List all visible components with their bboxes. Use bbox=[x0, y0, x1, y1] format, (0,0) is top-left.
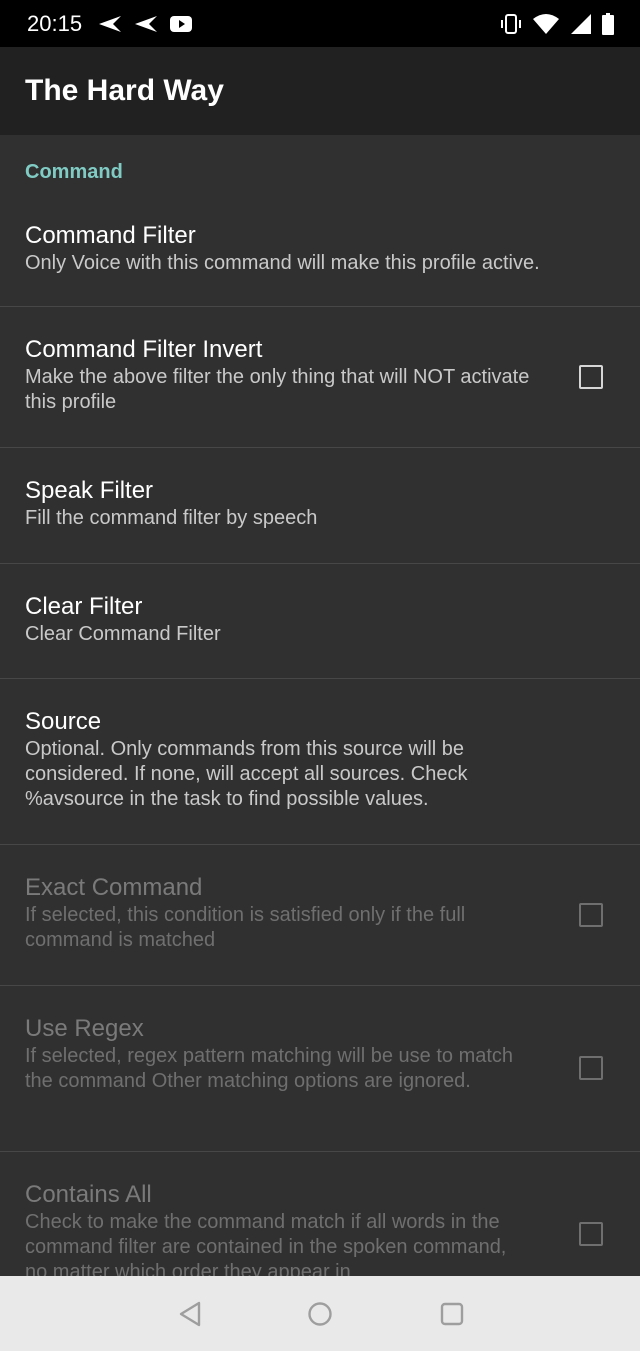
pref-title: Command Filter bbox=[25, 222, 196, 249]
checkbox[interactable] bbox=[579, 903, 603, 927]
notification-icons bbox=[98, 15, 193, 33]
checkbox[interactable] bbox=[579, 1056, 603, 1080]
pref-title: Clear Filter bbox=[25, 593, 143, 620]
battery-icon bbox=[602, 12, 614, 35]
youtube-icon bbox=[170, 15, 193, 32]
pref-command-filter[interactable]: Command Filter Only Voice with this comm… bbox=[0, 209, 640, 307]
pref-summary: If selected, regex pattern matching will… bbox=[25, 1045, 514, 1092]
app-bar: The Hard Way bbox=[0, 47, 640, 135]
home-icon bbox=[308, 1301, 332, 1326]
checkbox[interactable] bbox=[579, 365, 603, 389]
send-icon bbox=[99, 15, 122, 32]
category-header: Command bbox=[25, 161, 123, 183]
pref-clear-filter[interactable]: Clear Filter Clear Command Filter bbox=[0, 564, 640, 679]
pref-source[interactable]: Source Optional. Only commands from this… bbox=[0, 679, 640, 845]
pref-title: Source bbox=[25, 708, 102, 735]
pref-summary: Clear Command Filter bbox=[25, 623, 221, 645]
navigation-bar bbox=[0, 1276, 640, 1351]
pref-summary: Make the above filter the only thing tha… bbox=[25, 366, 530, 413]
back-button[interactable] bbox=[150, 1276, 230, 1351]
back-icon bbox=[179, 1301, 201, 1326]
recents-icon bbox=[440, 1302, 464, 1325]
status-time: 20:15 bbox=[27, 10, 83, 36]
pref-summary: If selected, this condition is satisfied… bbox=[25, 904, 466, 951]
pref-speak-filter[interactable]: Speak Filter Fill the command filter by … bbox=[0, 448, 640, 564]
pref-title: Use Regex bbox=[25, 1015, 144, 1042]
recents-button[interactable] bbox=[412, 1276, 492, 1351]
pref-contains-all[interactable]: Contains All Check to make the command m… bbox=[0, 1152, 640, 1276]
pref-summary: Only Voice with this command will make t… bbox=[25, 252, 540, 274]
pref-title: Exact Command bbox=[25, 874, 203, 901]
pref-title: Command Filter Invert bbox=[25, 336, 263, 363]
preference-list[interactable]: Command Command Filter Only Voice with t… bbox=[0, 135, 640, 1276]
pref-command-filter-invert[interactable]: Command Filter Invert Make the above fil… bbox=[0, 307, 640, 448]
send-icon bbox=[135, 15, 158, 32]
wifi-icon bbox=[533, 13, 559, 34]
home-button[interactable] bbox=[280, 1276, 360, 1351]
checkbox[interactable] bbox=[579, 1222, 603, 1246]
pref-summary: Optional. Only commands from this source… bbox=[25, 738, 468, 810]
vibrate-icon bbox=[501, 13, 521, 34]
cell-signal-icon bbox=[571, 13, 591, 34]
pref-exact-command[interactable]: Exact Command If selected, this conditio… bbox=[0, 845, 640, 986]
status-bar: 20:15 bbox=[0, 0, 640, 47]
pref-summary: Fill the command filter by speech bbox=[25, 507, 318, 529]
pref-use-regex[interactable]: Use Regex If selected, regex pattern mat… bbox=[0, 986, 640, 1152]
system-icons bbox=[500, 0, 614, 47]
pref-title: Speak Filter bbox=[25, 477, 154, 504]
pref-title: Contains All bbox=[25, 1181, 152, 1208]
pref-summary: Check to make the command match if all w… bbox=[25, 1211, 507, 1276]
page-title: The Hard Way bbox=[25, 74, 224, 107]
